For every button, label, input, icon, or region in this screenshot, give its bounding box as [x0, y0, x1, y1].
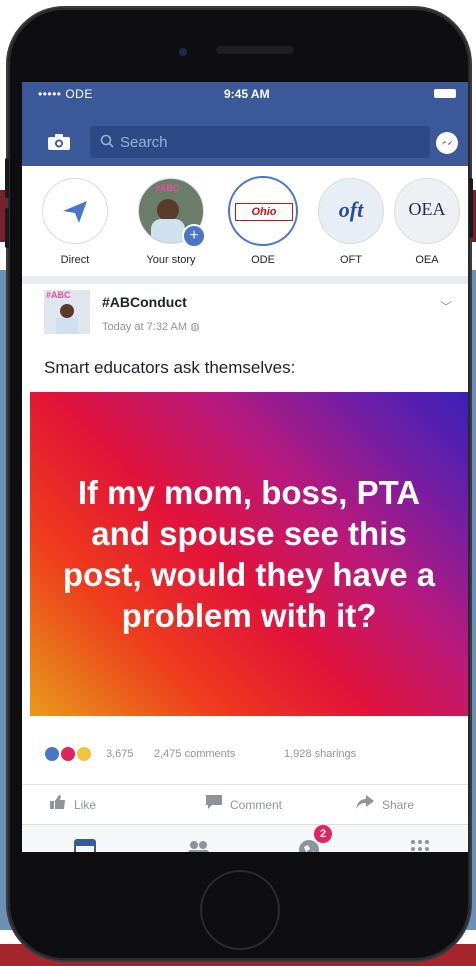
oea-logo-text: OEA — [408, 199, 446, 219]
thumbnail-hashtag: #ABC — [155, 183, 180, 193]
phone-frame: ••••• ODE 9:45 AM Search Direct #ABC + Y… — [5, 8, 473, 960]
reaction-count: 3,675 — [106, 748, 134, 760]
search-input[interactable]: Search — [90, 126, 430, 158]
post-action-bar: Like Comment Share — [22, 784, 468, 821]
story-label: Your story — [146, 254, 196, 266]
comment-button[interactable]: Comment — [206, 795, 282, 812]
bottom-tab-bar: 2 — [22, 824, 468, 852]
menu-grid-icon[interactable] — [410, 839, 434, 852]
comments-count[interactable]: 2,475 comments — [154, 748, 235, 760]
post-timestamp[interactable]: Today at 7:32 AM ◍ — [102, 320, 200, 333]
story-label: OEA — [415, 254, 439, 266]
carrier-label: ••••• ODE — [38, 87, 93, 101]
clock: 9:45 AM — [224, 87, 270, 101]
post-time-text: Today at 7:32 AM — [102, 321, 187, 333]
camera-icon[interactable] — [48, 134, 70, 150]
like-button[interactable]: Like — [50, 795, 96, 812]
story-label: ODE — [251, 254, 275, 266]
avatar-person-head — [60, 304, 74, 318]
globe-icon: ◍ — [190, 321, 200, 333]
post-author[interactable]: #ABConduct — [102, 294, 187, 310]
paper-plane-icon — [63, 201, 87, 223]
stories-row: Direct #ABC + Your story Ohio ODE oft OF… — [22, 166, 468, 276]
oft-logo: oft — [318, 178, 384, 244]
direct-circle — [42, 178, 108, 244]
share-icon — [356, 795, 374, 812]
story-direct[interactable]: Direct — [40, 178, 110, 266]
story-label: OFT — [340, 254, 362, 266]
love-reaction-icon — [60, 746, 77, 762]
post-avatar[interactable]: #ABC — [44, 290, 90, 334]
search-icon — [100, 134, 114, 152]
earpiece-speaker — [216, 46, 294, 54]
status-bar: ••••• ODE 9:45 AM — [22, 82, 468, 104]
news-feed-icon[interactable] — [74, 839, 98, 852]
story-oft[interactable]: oft OFT — [316, 178, 386, 266]
post-text: Smart educators ask themselves: — [44, 358, 296, 377]
feed-post: #ABC #ABConduct Today at 7:32 AM ◍ ﹀ Sma… — [22, 284, 468, 824]
oea-logo: OEA — [394, 178, 460, 244]
volume-up-button — [5, 158, 9, 198]
post-image-banner[interactable]: If my mom, boss, PTA and spouse see this… — [30, 392, 468, 716]
shares-count[interactable]: 1,928 sharings — [284, 748, 356, 760]
power-button — [469, 178, 473, 238]
search-placeholder: Search — [120, 134, 168, 151]
messenger-icon[interactable] — [436, 132, 458, 154]
banner-caption: If my mom, boss, PTA and spouse see this… — [62, 474, 436, 634]
phone-screen: ••••• ODE 9:45 AM Search Direct #ABC + Y… — [22, 82, 468, 852]
wow-reaction-icon — [76, 746, 93, 762]
app-header: ••••• ODE 9:45 AM Search — [22, 82, 468, 166]
person-body — [151, 219, 185, 243]
chevron-down-icon[interactable]: ﹀ — [440, 298, 452, 315]
ode-logo-text: Ohio — [251, 206, 277, 218]
home-button[interactable] — [200, 870, 280, 950]
reactions-summary[interactable]: 3,675 — [44, 746, 134, 764]
volume-down-button — [5, 208, 9, 248]
story-oea[interactable]: OEA OEA — [392, 178, 462, 266]
notification-badge: 2 — [314, 825, 332, 843]
oft-logo-text: oft — [338, 197, 364, 222]
comment-icon — [206, 795, 222, 812]
front-camera — [179, 48, 187, 56]
person-head — [157, 199, 179, 221]
avatar-hashtag: #ABC — [46, 290, 71, 300]
banner-text: If my mom, boss, PTA and spouse see this… — [30, 392, 468, 716]
story-ode[interactable]: Ohio ODE — [228, 178, 298, 266]
ode-logo: Ohio — [230, 178, 296, 244]
share-label: Share — [382, 798, 415, 812]
like-reaction-icon — [44, 746, 60, 762]
story-your-story[interactable]: #ABC + Your story — [136, 178, 206, 266]
story-label: Direct — [60, 254, 90, 266]
avatar-person-body — [56, 318, 78, 334]
battery-icon — [434, 89, 456, 98]
friends-icon[interactable] — [186, 839, 210, 852]
add-story-icon[interactable]: + — [182, 224, 206, 248]
share-button[interactable]: Share — [356, 795, 414, 812]
thumbs-up-icon — [50, 795, 66, 812]
like-label: Like — [74, 798, 97, 812]
comment-label: Comment — [230, 798, 283, 812]
